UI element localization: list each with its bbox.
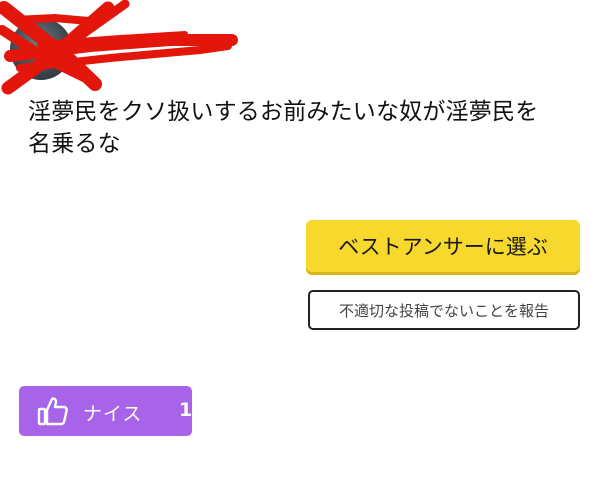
answer-body: 淫夢民をクソ扱いするお前みたいな奴が淫夢民を 名乗るな (28, 96, 588, 160)
report-label: 不適切な投稿でないことを報告 (338, 301, 549, 320)
redaction-scribble (0, 0, 238, 95)
answer-line-1: 淫夢民をクソ扱いするお前みたいな奴が淫夢民を (28, 99, 539, 125)
answer-line-2: 名乗るな (28, 131, 121, 157)
nice-button[interactable]: ナイス 1 (19, 386, 192, 436)
thumbs-up-icon (37, 397, 68, 426)
nice-count: 1 (179, 399, 193, 421)
best-answer-label: ベストアンサーに選ぶ (338, 235, 548, 259)
best-answer-button[interactable]: ベストアンサーに選ぶ (306, 220, 580, 272)
nice-label: ナイス (83, 403, 143, 425)
report-not-inappropriate-button[interactable]: 不適切な投稿でないことを報告 (308, 290, 580, 330)
answer-user-header (0, 0, 240, 95)
